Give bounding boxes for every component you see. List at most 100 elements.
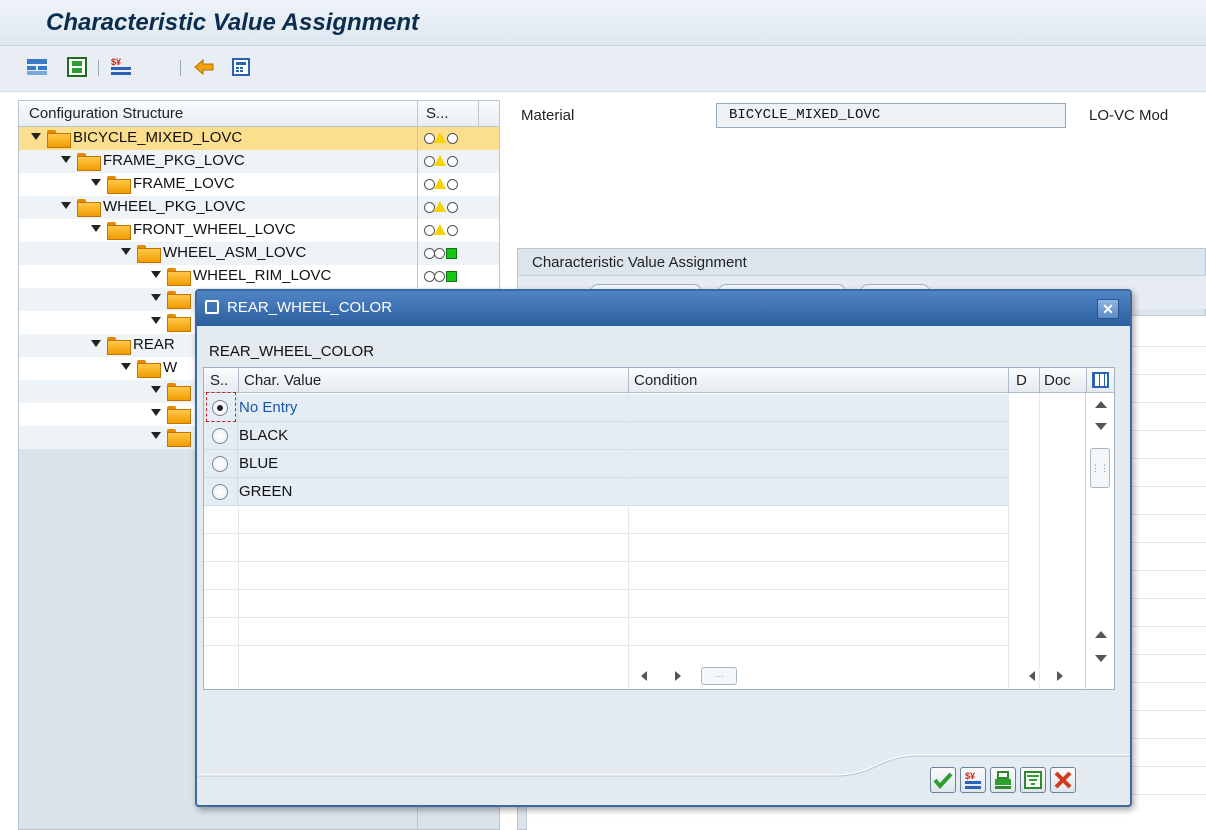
- tree-item-label: WHEEL_RIM_LOVC: [193, 267, 332, 284]
- tree-item[interactable]: FRONT_WHEEL_LOVC: [19, 219, 499, 242]
- tree-item[interactable]: FRAME_PKG_LOVC: [19, 150, 499, 173]
- confirm-icon: [933, 772, 953, 789]
- price-button[interactable]: $¥: [960, 767, 986, 793]
- structure-list-icon[interactable]: [26, 56, 48, 78]
- price-icon[interactable]: $¥: [110, 56, 132, 78]
- tree-item[interactable]: WHEEL_RIM_LOVC: [19, 265, 499, 288]
- folder-icon: [167, 291, 191, 309]
- radio-button[interactable]: [212, 456, 228, 472]
- col-status[interactable]: S...: [417, 101, 479, 126]
- char-value[interactable]: GREEN: [239, 483, 292, 500]
- expand-arrow-icon[interactable]: [31, 133, 41, 140]
- scroll-right-icon[interactable]: [675, 671, 681, 681]
- folder-icon: [77, 199, 101, 217]
- scroll-up-icon[interactable]: [1095, 631, 1107, 638]
- tree-item-label: FRONT_WHEEL_LOVC: [133, 221, 296, 238]
- char-value[interactable]: BLUE: [239, 455, 278, 472]
- tree-item-label: WHEEL_ASM_LOVC: [163, 244, 307, 261]
- col-condition[interactable]: Condition: [634, 372, 697, 389]
- tree-item-label: FRAME_LOVC: [133, 175, 235, 192]
- folder-icon: [167, 314, 191, 332]
- scroll-left-icon[interactable]: [641, 671, 647, 681]
- char-value[interactable]: No Entry: [239, 399, 297, 416]
- radio-button[interactable]: [212, 400, 228, 416]
- value-dialog: REAR_WHEEL_COLOR ✕ REAR_WHEEL_COLOR S.. …: [195, 289, 1132, 807]
- tree-item[interactable]: BICYCLE_MIXED_LOVC: [19, 127, 499, 150]
- expand-arrow-icon[interactable]: [151, 386, 161, 393]
- expand-arrow-icon[interactable]: [91, 225, 101, 232]
- tree-item-label: BICYCLE_MIXED_LOVC: [73, 129, 243, 146]
- tree-item-label: FRAME_PKG_LOVC: [103, 152, 245, 169]
- expand-arrow-icon[interactable]: [151, 409, 161, 416]
- folder-icon: [167, 406, 191, 424]
- expand-arrow-icon[interactable]: [121, 363, 131, 370]
- close-icon[interactable]: ✕: [1097, 299, 1119, 319]
- expand-arrow-icon[interactable]: [91, 179, 101, 186]
- col-selection[interactable]: S..: [210, 372, 228, 389]
- horizontal-scrollbar[interactable]: ⋯: [629, 666, 1084, 686]
- column-settings-button[interactable]: [1086, 368, 1114, 393]
- folder-icon: [47, 130, 71, 148]
- status-indicator: [417, 150, 479, 173]
- expand-arrow-icon[interactable]: [151, 294, 161, 301]
- folder-icon: [137, 360, 161, 378]
- calculator-icon[interactable]: [230, 56, 252, 78]
- table-row[interactable]: GREEN: [204, 478, 1009, 506]
- model-label: LO-VC Mod: [1089, 107, 1169, 124]
- expand-arrow-icon[interactable]: [91, 340, 101, 347]
- scroll-thumb[interactable]: ⋮⋮: [1090, 448, 1110, 488]
- dialog-titlebar[interactable]: REAR_WHEEL_COLOR ✕: [197, 291, 1130, 326]
- confirm-button[interactable]: [930, 767, 956, 793]
- cancel-button[interactable]: [1050, 767, 1076, 793]
- dialog-icon: [205, 300, 219, 314]
- selection-cell[interactable]: [206, 392, 238, 422]
- table-row-empty: [204, 562, 1009, 590]
- expand-arrow-icon[interactable]: [121, 248, 131, 255]
- radio-button[interactable]: [212, 484, 228, 500]
- selection-cell[interactable]: [206, 422, 238, 450]
- expand-arrow-icon[interactable]: [151, 432, 161, 439]
- tree-header: Configuration Structure S...: [19, 101, 499, 127]
- scroll-down-icon[interactable]: [1095, 655, 1107, 662]
- save-config-icon[interactable]: [66, 56, 88, 78]
- expand-arrow-icon[interactable]: [61, 202, 71, 209]
- status-indicator: [417, 173, 479, 196]
- expand-arrow-icon[interactable]: [61, 156, 71, 163]
- col-default[interactable]: D: [1016, 372, 1027, 389]
- scroll-up-icon[interactable]: [1095, 401, 1107, 408]
- folder-icon: [77, 153, 101, 171]
- table-row[interactable]: BLUE: [204, 450, 1009, 478]
- char-value[interactable]: BLACK: [239, 427, 288, 444]
- table-row[interactable]: BLACK: [204, 422, 1009, 450]
- col-configuration-structure[interactable]: Configuration Structure: [29, 105, 183, 122]
- vertical-scrollbar[interactable]: ⋮⋮: [1085, 393, 1114, 689]
- status-indicator: [417, 242, 479, 265]
- selection-cell[interactable]: [206, 450, 238, 478]
- col-doc[interactable]: Doc: [1044, 372, 1071, 389]
- table-row[interactable]: No Entry: [204, 392, 1009, 422]
- tree-item[interactable]: FRAME_LOVC: [19, 173, 499, 196]
- filter-button[interactable]: [1020, 767, 1046, 793]
- filter-icon: [1024, 771, 1042, 789]
- scroll-left-icon[interactable]: [1029, 671, 1035, 681]
- expand-arrow-icon[interactable]: [151, 317, 161, 324]
- scroll-down-icon[interactable]: [1095, 423, 1107, 430]
- tree-item[interactable]: WHEEL_PKG_LOVC: [19, 196, 499, 219]
- radio-button[interactable]: [212, 428, 228, 444]
- expand-arrow-icon[interactable]: [151, 271, 161, 278]
- material-field[interactable]: BICYCLE_MIXED_LOVC: [716, 103, 1066, 128]
- arrow-refresh-icon[interactable]: [193, 56, 215, 78]
- scroll-thumb[interactable]: ⋯: [701, 667, 737, 685]
- scroll-right-icon[interactable]: [1057, 671, 1063, 681]
- col-char-value[interactable]: Char. Value: [244, 372, 321, 389]
- status-indicator: [417, 127, 479, 150]
- print-icon: [995, 771, 1011, 789]
- tree-item-label: W: [163, 359, 178, 376]
- tree-item[interactable]: WHEEL_ASM_LOVC: [19, 242, 499, 265]
- window-title: Characteristic Value Assignment: [46, 9, 420, 36]
- folder-icon: [137, 245, 161, 263]
- selection-cell[interactable]: [206, 478, 238, 506]
- table-row-empty: [204, 506, 1009, 534]
- print-button[interactable]: [990, 767, 1016, 793]
- dialog-title: REAR_WHEEL_COLOR: [227, 299, 393, 316]
